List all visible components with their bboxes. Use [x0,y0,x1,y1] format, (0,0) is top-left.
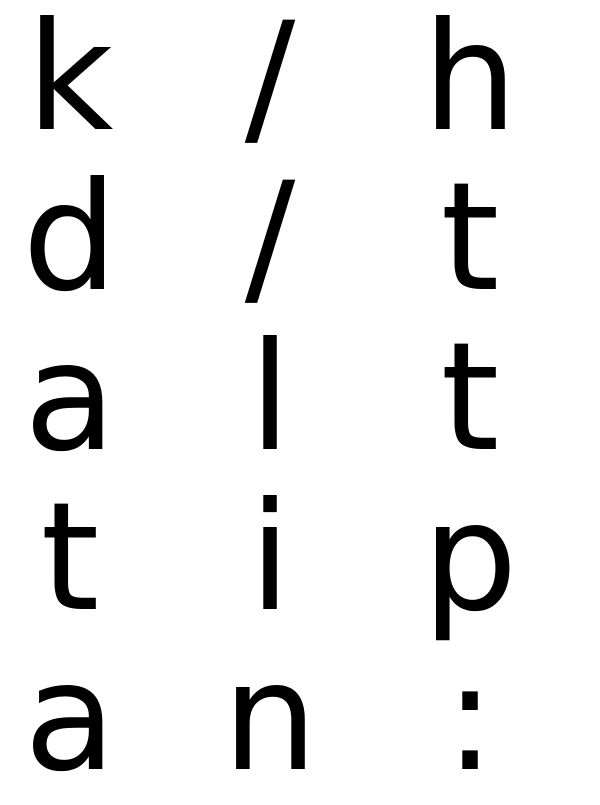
grid-character: n [222,631,318,805]
grid-character: i [249,471,291,645]
grid-cell: t [400,160,600,320]
grid-cell: / [200,0,400,160]
grid-cell: l [200,320,400,480]
grid-character: / [244,151,296,325]
grid-cell: p [400,480,600,640]
grid-character: d [22,151,118,325]
grid-character: l [249,311,291,485]
grid-cell: a [0,320,200,480]
grid-character: t [40,471,100,645]
grid-character: a [24,631,116,805]
grid-character: t [440,311,500,485]
grid-cell: d [0,160,200,320]
grid-cell: t [0,480,200,640]
grid-cell: / [200,160,400,320]
grid-cell: t [400,320,600,480]
grid-character: h [422,0,518,165]
grid-character: t [440,151,500,325]
grid-character: k [26,0,114,165]
grid-cell: n [200,640,400,800]
grid-character: p [422,471,518,645]
grid-cell: k [0,0,200,160]
grid-character: / [244,0,296,165]
grid-cell: i [200,480,400,640]
character-grid: k / h d / t a l t t i p a n : [0,0,600,800]
grid-character: : [444,631,496,805]
grid-cell: : [400,640,600,800]
grid-character: a [24,311,116,485]
grid-cell: a [0,640,200,800]
grid-cell: h [400,0,600,160]
